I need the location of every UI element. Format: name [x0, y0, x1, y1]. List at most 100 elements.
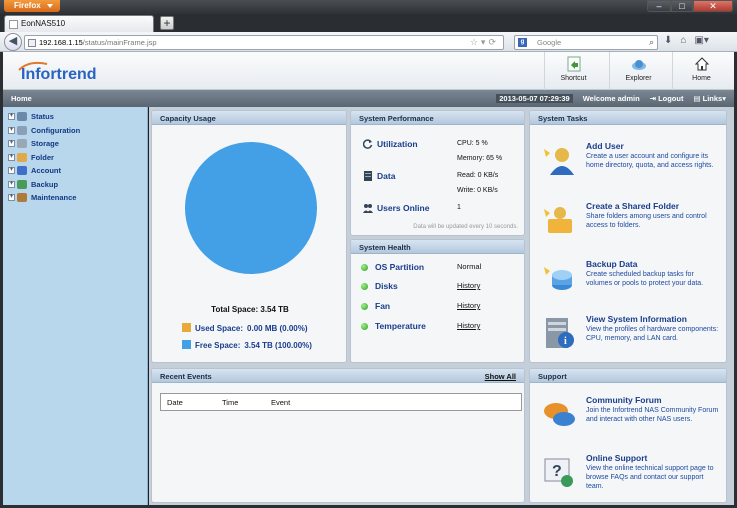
- task-desc: Share folders among users and control ac…: [586, 213, 707, 229]
- expand-icon[interactable]: +: [8, 167, 15, 174]
- window-controls: – □ ✕: [647, 0, 733, 13]
- backup-icon: [17, 179, 27, 189]
- forum-icon: [544, 403, 575, 426]
- firefox-menu-button[interactable]: Firefox: [4, 0, 60, 12]
- fan-history-link[interactable]: History: [457, 301, 480, 310]
- page-icon: [9, 20, 18, 29]
- support-community-forum[interactable]: Community Forum Join the Infortrend NAS …: [538, 395, 718, 439]
- update-note: Data will be updated every 10 seconds.: [413, 224, 518, 230]
- sidebar-item-label: Status: [31, 112, 54, 121]
- used-swatch: [182, 323, 191, 332]
- new-tab-button[interactable]: +: [160, 16, 174, 30]
- capacity-title: Capacity Usage: [152, 111, 346, 125]
- task-title: Add User: [586, 141, 624, 151]
- search-placeholder: Google: [537, 38, 562, 47]
- server-icon: [364, 171, 372, 181]
- expand-icon[interactable]: +: [8, 153, 15, 161]
- shortcut-icon: [567, 56, 581, 72]
- expand-icon[interactable]: +: [8, 180, 15, 188]
- task-title: View System Information: [586, 314, 687, 324]
- sidebar-item-storage[interactable]: + Storage: [3, 137, 147, 151]
- health-row-os-partition: OS Partition Normal: [361, 262, 524, 274]
- support-title-item: Community Forum: [586, 395, 662, 405]
- temperature-history-link[interactable]: History: [457, 321, 480, 330]
- performance-title: System Performance: [351, 111, 524, 125]
- shortcut-button[interactable]: Shortcut: [544, 52, 602, 90]
- google-engine-icon[interactable]: g: [518, 38, 527, 47]
- maximize-icon[interactable]: □: [671, 0, 693, 12]
- show-all-link[interactable]: Show All: [485, 372, 516, 381]
- tab-title: EonNAS510: [21, 19, 66, 28]
- sidebar-item-label: Account: [31, 166, 61, 175]
- system-tasks-panel: System Tasks Add User Create a user acco…: [529, 110, 727, 363]
- sidebar-item-label: Configuration: [31, 125, 81, 135]
- memory-value: Memory: 65 %: [457, 155, 503, 162]
- logout-link[interactable]: ⇥ Logout: [650, 94, 684, 103]
- back-icon[interactable]: ◀: [4, 33, 22, 51]
- read-value: Read: 0 KB/s: [457, 172, 499, 179]
- firefox-menu-label: Firefox: [14, 1, 41, 10]
- task-create-shared-folder[interactable]: Create a Shared Folder Share folders amo…: [538, 201, 718, 245]
- nav-tools: ⬇ ⌂ ▣▾: [664, 35, 709, 46]
- task-backup-data[interactable]: Backup Data Create scheduled backup task…: [538, 259, 718, 303]
- add-user-icon: [544, 148, 574, 175]
- browser-tab[interactable]: EonNAS510: [4, 15, 154, 32]
- online-support-icon: ?: [544, 458, 573, 487]
- expand-icon[interactable]: +: [8, 113, 15, 120]
- account-icon: [17, 166, 27, 175]
- explorer-button[interactable]: Explorer: [609, 52, 667, 90]
- close-icon[interactable]: ✕: [693, 0, 733, 12]
- write-value: Write: 0 KB/s: [457, 187, 498, 194]
- pie-slice-free: [185, 142, 317, 274]
- site-identity-icon[interactable]: [28, 39, 36, 47]
- sidebar-item-account[interactable]: + Account: [3, 164, 147, 178]
- menu-icon[interactable]: ▣▾: [694, 35, 708, 46]
- used-value: 0.00 MB (0.00%): [247, 324, 308, 333]
- capacity-pie-chart: [185, 142, 317, 274]
- svg-text:Infortrend: Infortrend: [21, 66, 97, 82]
- expand-icon[interactable]: +: [8, 140, 15, 147]
- logout-label: Logout: [658, 94, 684, 103]
- sidebar-item-maintenance[interactable]: + Maintenance: [3, 191, 147, 205]
- main-content: Capacity Usage Total Space: 3.54 TB Used…: [149, 107, 734, 505]
- sidebar-item-backup[interactable]: + Backup: [3, 178, 147, 192]
- url-bar[interactable]: 192.168.1.15/status/mainFrame.jsp ☆▾⟳: [24, 35, 504, 50]
- free-swatch: [182, 340, 191, 349]
- infortrend-logo: Infortrend: [18, 61, 97, 82]
- svg-text:i: i: [564, 336, 567, 347]
- sidebar-item-configuration[interactable]: + Configuration: [3, 124, 147, 138]
- disks-history-link[interactable]: History: [457, 281, 480, 290]
- health-label: OS Partition: [375, 262, 425, 272]
- expand-icon[interactable]: +: [8, 194, 15, 201]
- task-view-system-information[interactable]: i View System Information View the profi…: [538, 314, 718, 358]
- column-event[interactable]: Event: [271, 398, 290, 407]
- users-online-label: Users Online: [377, 203, 430, 213]
- sidebar-item-status[interactable]: + Status: [3, 110, 147, 124]
- status-icon: [17, 112, 27, 121]
- configuration-icon: [17, 125, 27, 135]
- sidebar-item-label: Folder: [31, 152, 54, 162]
- column-time[interactable]: Time: [222, 398, 238, 407]
- home-icon: [694, 57, 710, 71]
- storage-icon: [17, 139, 27, 148]
- download-icon[interactable]: ⬇: [664, 35, 672, 46]
- status-ok-icon: [361, 323, 368, 330]
- search-icon[interactable]: ⌕: [649, 37, 654, 48]
- sidebar-item-folder[interactable]: + Folder: [3, 151, 147, 165]
- search-bar[interactable]: g Google ⌕: [514, 35, 658, 50]
- minimize-icon[interactable]: –: [647, 0, 671, 12]
- window-titlebar: Firefox – □ ✕: [0, 0, 737, 14]
- home-icon[interactable]: ⌂: [680, 35, 686, 46]
- task-add-user[interactable]: Add User Create a user account and confi…: [538, 141, 718, 185]
- expand-icon[interactable]: +: [8, 126, 15, 134]
- sidebar-item-label: Backup: [31, 179, 59, 189]
- cpu-value: CPU: 5 %: [457, 140, 488, 147]
- column-date[interactable]: Date: [167, 398, 183, 407]
- support-online-support[interactable]: ? Online Support View the online technic…: [538, 453, 718, 497]
- task-desc: Create scheduled backup tasks for volume…: [586, 271, 704, 287]
- folder-icon: [17, 152, 27, 162]
- home-button[interactable]: Home: [672, 52, 730, 90]
- links-menu[interactable]: ▤ Links▾: [693, 94, 726, 103]
- home-label: Home: [692, 75, 711, 82]
- bookmark-star-icon[interactable]: ☆▾⟳: [470, 37, 499, 48]
